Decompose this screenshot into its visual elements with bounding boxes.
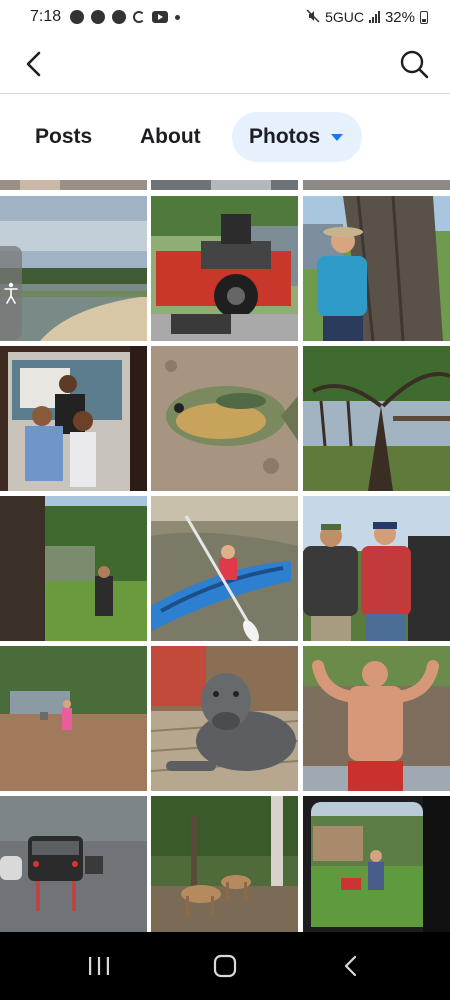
photo-yard-with-tree[interactable] (0, 496, 147, 641)
status-bar: 7:18 5GUC 32% (0, 0, 450, 34)
accessibility-button[interactable] (0, 246, 22, 340)
photo-pond-with-tree[interactable] (303, 346, 450, 491)
photo-strip-top-left[interactable] (0, 180, 147, 190)
facebook-icon (91, 10, 106, 24)
photo-strip-top-middle[interactable] (151, 180, 298, 190)
photo-gray-dog-on-deck[interactable] (151, 646, 298, 791)
tab-posts-label: Posts (35, 125, 93, 148)
mute-icon (306, 8, 320, 26)
sync-icon (133, 11, 146, 23)
status-time: 7:18 (30, 8, 62, 25)
home-icon (213, 954, 237, 978)
caret-down-icon (331, 133, 344, 141)
home-button[interactable] (205, 950, 245, 982)
photo-two-men-outdoors[interactable] (303, 496, 450, 641)
back-icon (344, 955, 357, 977)
back-button[interactable] (20, 48, 50, 80)
search-button[interactable] (398, 48, 430, 80)
photo-strip-top-right[interactable] (303, 180, 450, 190)
status-left: 7:18 (30, 8, 181, 26)
system-nav-bar (0, 932, 450, 1000)
tab-photos-label: Photos (249, 125, 321, 148)
photo-gravely-mower[interactable] (151, 196, 298, 341)
photo-deer-in-woods[interactable] (151, 796, 298, 932)
photo-fish-on-ground[interactable] (151, 346, 298, 491)
tab-about-label: About (140, 125, 201, 148)
signal-icon (368, 11, 380, 23)
messenger-icon (70, 10, 85, 24)
youtube-icon (152, 11, 169, 23)
profile-tabs: Posts About Photos (0, 95, 450, 180)
search-icon (400, 50, 429, 79)
accessibility-icon (4, 282, 18, 304)
app-header (0, 34, 450, 94)
battery-icon (420, 10, 428, 24)
network-label: 5GUC (325, 9, 364, 25)
photo-traffic-in-rain[interactable] (0, 796, 147, 932)
tab-posts[interactable]: Posts (35, 112, 92, 162)
photo-girl-in-kayak[interactable] (151, 496, 298, 641)
recents-icon (89, 957, 109, 975)
battery-percent: 32% (384, 8, 415, 26)
status-right: 5GUC 32% (306, 9, 428, 26)
photo-man-by-tree[interactable] (303, 196, 450, 341)
system-back-button[interactable] (331, 950, 371, 982)
tab-photos[interactable]: Photos (232, 112, 362, 162)
photo-family-portrait[interactable] (0, 346, 147, 491)
photo-child-in-field[interactable] (0, 646, 147, 791)
chevron-left-icon (26, 51, 41, 77)
photo-grid (0, 180, 450, 932)
photo-lake-shore[interactable] (0, 196, 147, 341)
photo-flexing-man[interactable] (303, 646, 450, 791)
pinwheel-icon (112, 10, 127, 24)
dot-icon (175, 14, 181, 20)
photo-man-mowing-lawn[interactable] (303, 796, 450, 932)
tab-about[interactable]: About (140, 112, 201, 162)
recents-button[interactable] (79, 950, 119, 982)
